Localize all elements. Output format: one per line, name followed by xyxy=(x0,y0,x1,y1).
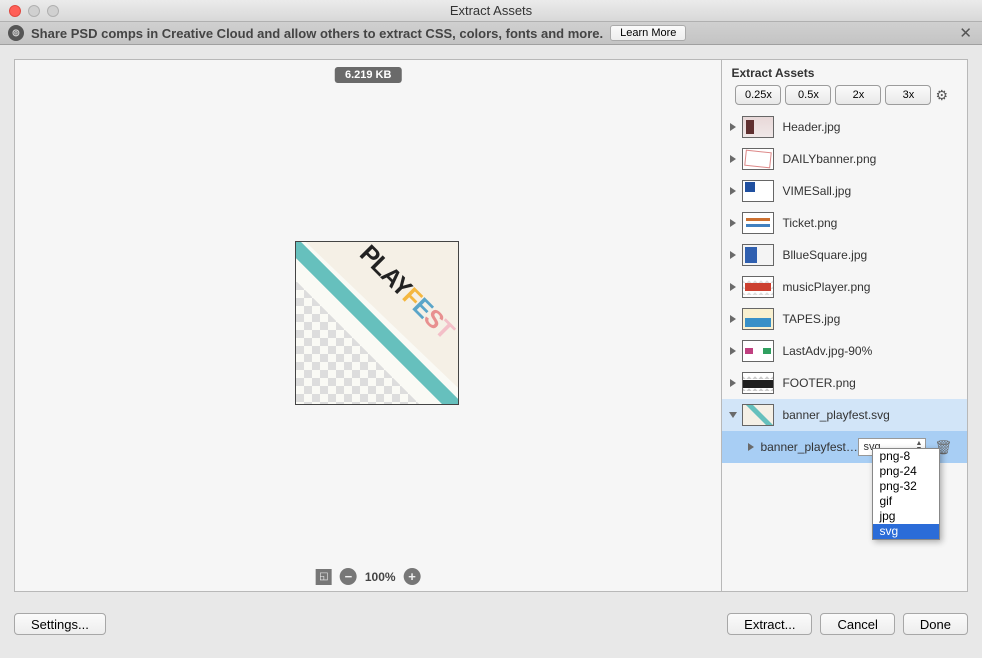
disclosure-triangle-icon[interactable] xyxy=(729,412,737,418)
zoom-in-button[interactable]: + xyxy=(404,568,421,585)
window-titlebar: Extract Assets xyxy=(0,0,982,22)
disclosure-triangle-icon[interactable] xyxy=(730,347,736,355)
asset-row[interactable]: VIMESall.jpg xyxy=(722,175,967,207)
main-content: 6.219 KB PLAYFEST ◱ − 100% + Extract Ass… xyxy=(0,45,982,606)
format-option[interactable]: png-8 xyxy=(873,449,939,464)
asset-name-label: LastAdv.jpg-90% xyxy=(782,344,959,358)
disclosure-triangle-icon[interactable] xyxy=(730,187,736,195)
asset-row[interactable]: musicPlayer.png xyxy=(722,271,967,303)
disclosure-triangle-icon[interactable] xyxy=(730,219,736,227)
asset-thumbnail xyxy=(742,276,774,298)
creative-cloud-icon: ⊚ xyxy=(8,25,24,41)
format-option[interactable]: jpg xyxy=(873,509,939,524)
zoom-fit-icon[interactable]: ◱ xyxy=(316,569,332,585)
scale-0-5x-button[interactable]: 0.5x xyxy=(785,85,831,105)
asset-row[interactable]: Header.jpg xyxy=(722,111,967,143)
assets-title: Extract Assets xyxy=(731,66,958,80)
asset-name-label: Header.jpg xyxy=(782,120,959,134)
asset-thumbnail xyxy=(742,244,774,266)
done-button[interactable]: Done xyxy=(903,613,968,635)
asset-thumbnail xyxy=(742,340,774,362)
window-title: Extract Assets xyxy=(450,3,532,18)
minimize-window-button[interactable] xyxy=(28,5,40,17)
info-banner: ⊚ Share PSD comps in Creative Cloud and … xyxy=(0,22,982,45)
zoom-window-button[interactable] xyxy=(47,5,59,17)
asset-thumbnail xyxy=(742,148,774,170)
disclosure-triangle-icon[interactable] xyxy=(730,251,736,259)
preview-panel: 6.219 KB PLAYFEST ◱ − 100% + xyxy=(14,59,722,592)
asset-thumbnail xyxy=(742,116,774,138)
asset-name-label: DAILYbanner.png xyxy=(782,152,959,166)
asset-thumbnail xyxy=(742,308,774,330)
asset-row[interactable]: BllueSquare.jpg xyxy=(722,239,967,271)
close-window-button[interactable] xyxy=(9,5,21,17)
asset-row[interactable]: LastAdv.jpg-90% xyxy=(722,335,967,367)
disclosure-triangle-icon[interactable] xyxy=(730,155,736,163)
banner-text: Share PSD comps in Creative Cloud and al… xyxy=(31,26,603,41)
dialog-footer: Settings... Extract... Cancel Done xyxy=(0,606,982,642)
zoom-out-button[interactable]: − xyxy=(340,568,357,585)
gear-icon[interactable]: ⚙ xyxy=(935,87,948,104)
disclosure-triangle-icon[interactable] xyxy=(730,379,736,387)
cancel-button[interactable]: Cancel xyxy=(820,613,894,635)
disclosure-triangle-icon[interactable] xyxy=(748,443,754,451)
scale-3x-button[interactable]: 3x xyxy=(885,85,931,105)
close-banner-icon[interactable]: ✕ xyxy=(959,24,972,42)
file-size-badge: 6.219 KB xyxy=(335,67,401,83)
asset-row[interactable]: DAILYbanner.png xyxy=(722,143,967,175)
asset-list: Header.jpg DAILYbanner.png VIMESall.jpg Tic… xyxy=(722,111,967,591)
asset-thumbnail xyxy=(742,372,774,394)
asset-child-name-label: banner_playfest.svg xyxy=(760,440,858,454)
asset-name-label: musicPlayer.png xyxy=(782,280,959,294)
asset-row[interactable]: FOOTER.png xyxy=(722,367,967,399)
asset-row[interactable]: TAPES.jpg xyxy=(722,303,967,335)
asset-row[interactable]: Ticket.png xyxy=(722,207,967,239)
asset-thumbnail xyxy=(742,404,774,426)
format-option[interactable]: gif xyxy=(873,494,939,509)
asset-name-label: TAPES.jpg xyxy=(782,312,959,326)
scale-row: 0.25x 0.5x 2x 3x ⚙ xyxy=(731,80,958,111)
asset-name-label: Ticket.png xyxy=(782,216,959,230)
scale-2x-button[interactable]: 2x xyxy=(835,85,881,105)
settings-button[interactable]: Settings... xyxy=(14,613,106,635)
format-dropdown[interactable]: png-8png-24png-32gifjpgsvg xyxy=(872,448,940,540)
asset-thumbnail xyxy=(742,180,774,202)
asset-name-label: banner_playfest.svg xyxy=(782,408,959,422)
learn-more-button[interactable]: Learn More xyxy=(610,25,686,41)
asset-preview-image: PLAYFEST xyxy=(295,241,459,405)
scale-0-25x-button[interactable]: 0.25x xyxy=(735,85,781,105)
zoom-level: 100% xyxy=(365,570,396,584)
format-option[interactable]: svg xyxy=(873,524,939,539)
disclosure-triangle-icon[interactable] xyxy=(730,123,736,131)
extract-button[interactable]: Extract... xyxy=(727,613,812,635)
assets-header: Extract Assets 0.25x 0.5x 2x 3x ⚙ xyxy=(722,60,967,111)
asset-thumbnail xyxy=(742,212,774,234)
assets-panel: Extract Assets 0.25x 0.5x 2x 3x ⚙ Header… xyxy=(722,59,968,592)
asset-name-label: VIMESall.jpg xyxy=(782,184,959,198)
asset-name-label: BllueSquare.jpg xyxy=(782,248,959,262)
zoom-controls: ◱ − 100% + xyxy=(316,568,421,585)
traffic-lights xyxy=(0,5,59,17)
disclosure-triangle-icon[interactable] xyxy=(730,315,736,323)
asset-row-selected-parent[interactable]: banner_playfest.svg xyxy=(722,399,967,431)
format-option[interactable]: png-32 xyxy=(873,479,939,494)
disclosure-triangle-icon[interactable] xyxy=(730,283,736,291)
asset-name-label: FOOTER.png xyxy=(782,376,959,390)
format-option[interactable]: png-24 xyxy=(873,464,939,479)
